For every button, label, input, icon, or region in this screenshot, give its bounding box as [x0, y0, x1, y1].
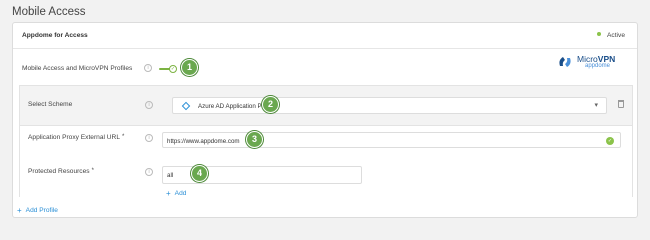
- logo-sub: appdome: [585, 63, 611, 69]
- scheme-settings: Application Proxy External URL * i https:…: [20, 126, 632, 198]
- toggle-check-icon: ✓: [169, 65, 177, 73]
- page-title: Mobile Access: [12, 6, 86, 18]
- protected-resources-value: all: [167, 172, 174, 179]
- chevron-down-icon: ▾: [594, 102, 598, 109]
- callout-badge-4: 4: [191, 165, 208, 182]
- add-profile-link[interactable]: + Add Profile: [17, 205, 58, 215]
- status-dot-icon: [597, 32, 602, 37]
- trash-icon[interactable]: [618, 100, 624, 108]
- card-title: Appdome for Access: [22, 32, 88, 39]
- appdome-for-access-card: Appdome for Access Active Mobile Access …: [12, 22, 638, 218]
- scheme-select[interactable]: Azure AD Application Proxy ▾: [172, 97, 607, 114]
- card-header: Appdome for Access Active: [13, 23, 637, 49]
- microvpn-logo-icon: [559, 57, 571, 67]
- profile-panel: Select Scheme i Azure AD Application Pro…: [19, 85, 633, 198]
- required-marker: *: [91, 168, 94, 174]
- info-icon[interactable]: i: [145, 101, 153, 109]
- microvpn-logo: MicroVPN appdome: [557, 53, 627, 73]
- protected-resources-label-text: Protected Resources: [28, 168, 90, 175]
- proxy-url-value: https://www.appdome.com: [167, 138, 240, 145]
- add-resource-link[interactable]: + Add: [166, 188, 187, 198]
- info-icon[interactable]: i: [145, 134, 153, 142]
- add-profile-label: Add Profile: [25, 207, 58, 214]
- callout-badge-1: 1: [181, 59, 198, 76]
- valid-check-icon: ✓: [606, 137, 614, 145]
- required-marker: *: [122, 134, 125, 140]
- azure-diamond-icon: [181, 101, 191, 111]
- proxy-url-input[interactable]: https://www.appdome.com ✓: [162, 132, 621, 148]
- plus-icon: +: [166, 188, 171, 198]
- plus-icon: +: [17, 205, 22, 215]
- info-icon[interactable]: i: [144, 64, 152, 72]
- scheme-row: Select Scheme i Azure AD Application Pro…: [20, 86, 632, 126]
- add-label: Add: [174, 190, 187, 197]
- proxy-url-label: Application Proxy External URL *: [28, 134, 124, 141]
- status-text: Active: [607, 32, 625, 39]
- info-icon[interactable]: i: [145, 168, 153, 176]
- callout-badge-2: 2: [262, 96, 279, 113]
- status-badge: Active: [597, 32, 625, 39]
- callout-badge-3: 3: [246, 131, 263, 148]
- proxy-url-label-text: Application Proxy External URL: [28, 134, 120, 141]
- protected-resources-label: Protected Resources *: [28, 168, 94, 175]
- mobile-access-label: Mobile Access and MicroVPN Profiles: [22, 65, 133, 72]
- mobile-access-toggle[interactable]: ✓: [159, 65, 177, 73]
- select-scheme-label: Select Scheme: [28, 101, 73, 108]
